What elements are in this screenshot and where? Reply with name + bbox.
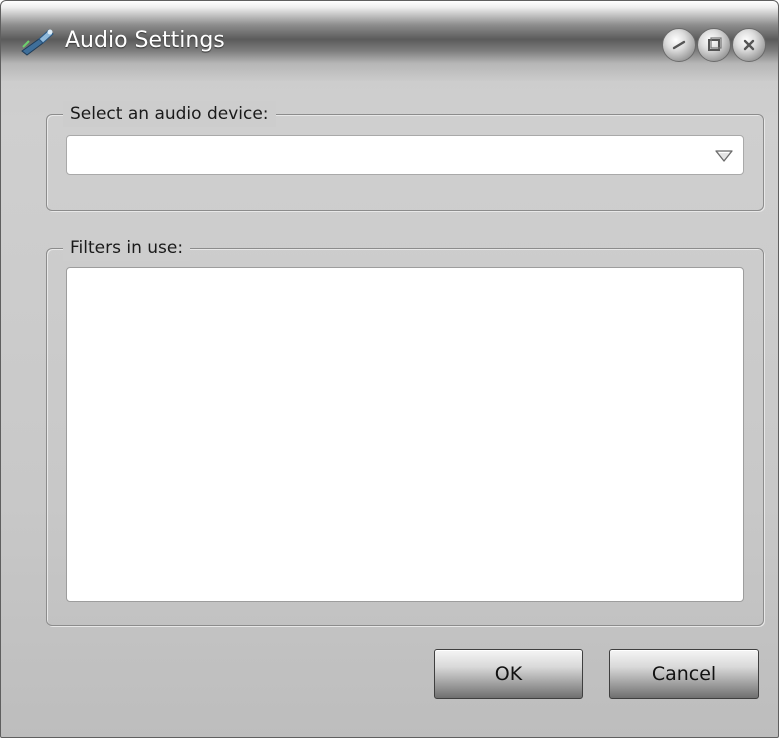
- title-bar[interactable]: Audio Settings: [1, 1, 778, 81]
- chevron-down-icon[interactable]: [713, 145, 735, 165]
- maximize-button[interactable]: [697, 28, 731, 62]
- audio-device-dropdown[interactable]: [66, 135, 744, 175]
- close-icon: [743, 39, 755, 51]
- filters-list[interactable]: [66, 267, 744, 602]
- audio-device-group-label: Select an audio device:: [63, 101, 276, 127]
- cancel-button[interactable]: Cancel: [609, 649, 759, 699]
- dialog-body: Select an audio device: Filters in use: …: [9, 81, 770, 731]
- filters-group: Filters in use:: [46, 235, 764, 626]
- minimize-icon: [672, 40, 686, 50]
- audio-settings-icon: [21, 29, 54, 56]
- minimize-button[interactable]: [662, 28, 696, 62]
- close-button[interactable]: [732, 28, 766, 62]
- maximize-icon: [708, 37, 722, 51]
- window-title: Audio Settings: [65, 28, 225, 53]
- audio-settings-window: Audio Settings Select an audio device: F…: [0, 0, 779, 738]
- filters-group-label: Filters in use:: [63, 235, 191, 261]
- ok-button[interactable]: OK: [434, 649, 583, 699]
- audio-device-group: Select an audio device:: [46, 101, 764, 211]
